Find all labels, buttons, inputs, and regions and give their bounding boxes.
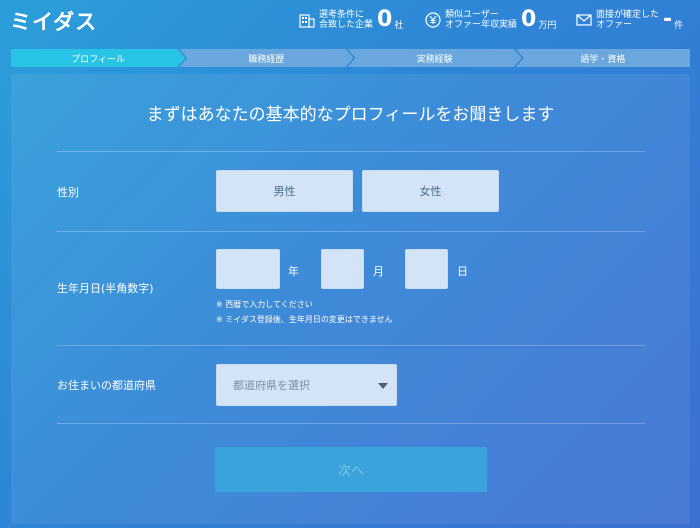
birth-year-input[interactable] — [216, 249, 280, 289]
gender-female-button[interactable]: 女性 — [362, 170, 499, 212]
gender-label: 性別 — [57, 186, 79, 199]
divider — [57, 231, 645, 232]
stat-value: 0 — [377, 7, 393, 32]
month-unit: 月 — [373, 265, 384, 278]
divider — [57, 423, 645, 424]
logo[interactable]: ミイダス — [10, 6, 97, 36]
prefecture-select[interactable]: 都道府県を選択 — [216, 364, 397, 406]
birth-day-input[interactable] — [405, 249, 448, 289]
header: ミイダス 選考条件に 合致した企業 0 社 類似ユーザー オファー年収実績 0 … — [0, 0, 700, 40]
stat-label: 選考条件に 合致した企業 — [319, 10, 374, 30]
prefecture-placeholder: 都道府県を選択 — [233, 379, 310, 392]
yen-icon — [425, 12, 441, 28]
mail-icon — [576, 14, 592, 26]
prefecture-label: お住まいの都道府県 — [57, 379, 156, 392]
birth-month-input[interactable] — [321, 249, 364, 289]
profile-form-panel: まずはあなたの基本的なプロフィールをお聞きします 性別 男性 女性 生年月日(半… — [11, 74, 690, 524]
gender-male-button[interactable]: 男性 — [216, 170, 353, 212]
birthdate-note-western-calendar: ※ 西暦で入力してください — [216, 300, 313, 309]
stat-unit: 社 — [394, 20, 404, 31]
step-work-history: 職務経歴 — [179, 49, 353, 67]
interview-offers-stat: 面接が確定した オファー - 件 — [576, 8, 683, 32]
chevron-down-icon — [378, 383, 388, 389]
step-language-qualification: 語学・資格 — [515, 49, 690, 67]
form-title: まずはあなたの基本的なプロフィールをお聞きします — [146, 105, 555, 125]
matched-companies-stat: 選考条件に 合致した企業 0 社 — [299, 8, 403, 32]
stat-unit: 万円 — [538, 20, 557, 31]
stat-label: 類似ユーザー オファー年収実績 — [445, 10, 518, 30]
birthdate-label: 生年月日(半角数字) — [57, 282, 154, 295]
stat-label: 面接が確定した オファー — [596, 10, 660, 30]
birthdate-note-no-change: ※ ミイダス登録後、生年月日の変更はできません — [216, 315, 393, 324]
stat-value: - — [663, 7, 673, 32]
progress-steps: プロフィール 職務経歴 実務経験 語学・資格 — [11, 49, 690, 67]
stat-value: 0 — [521, 7, 537, 32]
step-profile: プロフィール — [11, 49, 185, 67]
divider — [57, 345, 645, 346]
building-icon — [299, 14, 315, 28]
divider — [57, 151, 645, 152]
stat-unit: 件 — [674, 20, 684, 31]
next-button[interactable]: 次へ — [215, 447, 487, 492]
offer-salary-stat: 類似ユーザー オファー年収実績 0 万円 — [425, 8, 556, 32]
step-experience: 実務経験 — [348, 49, 522, 67]
day-unit: 日 — [457, 265, 468, 278]
year-unit: 年 — [288, 265, 299, 278]
